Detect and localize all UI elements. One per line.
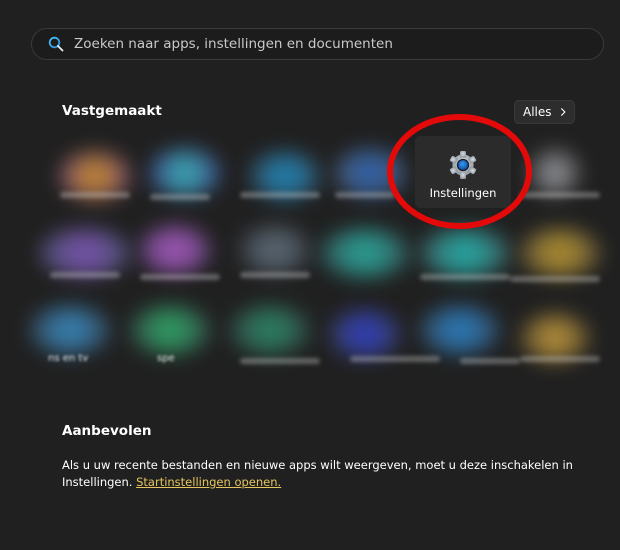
- all-apps-label: Alles: [523, 105, 552, 119]
- obscured-app-tile[interactable]: [240, 226, 310, 274]
- obscured-app-tile[interactable]: [320, 229, 410, 277]
- obscured-app-tile[interactable]: [420, 306, 500, 354]
- obscured-app-label: ns en tv: [48, 353, 89, 364]
- recommended-message: Als u uw recente bestanden en nieuwe app…: [62, 457, 582, 491]
- pinned-section-title: Vastgemaakt: [62, 103, 162, 119]
- obscured-app-tile[interactable]: [520, 314, 590, 362]
- obscured-app-tile[interactable]: [230, 306, 310, 354]
- all-apps-button[interactable]: Alles: [514, 100, 575, 124]
- obscured-app-tile[interactable]: [420, 229, 510, 277]
- search-input[interactable]: [74, 29, 603, 59]
- obscured-app-tile[interactable]: [330, 310, 400, 358]
- chevron-right-icon: [560, 108, 565, 116]
- obscured-app-tile[interactable]: [520, 229, 600, 277]
- obscured-app-tile[interactable]: [30, 306, 110, 354]
- obscured-app-tile[interactable]: [40, 229, 130, 277]
- settings-app-label: Instellingen: [429, 186, 497, 200]
- pinned-apps-grid: ns en tv spe: [0, 134, 620, 374]
- gear-icon: [449, 150, 477, 180]
- start-settings-link[interactable]: Startinstellingen openen.: [136, 475, 281, 489]
- obscured-app-tile[interactable]: [130, 306, 210, 354]
- obscured-app-tile[interactable]: [335, 149, 405, 197]
- obscured-app-tile[interactable]: [150, 149, 220, 197]
- recommended-section-title: Aanbevolen: [62, 423, 152, 439]
- obscured-app-tile[interactable]: [530, 149, 580, 197]
- settings-app-tile[interactable]: Instellingen: [415, 136, 511, 208]
- obscured-app-label: spe: [157, 353, 175, 364]
- search-bar[interactable]: [31, 28, 604, 60]
- obscured-app-tile[interactable]: [140, 226, 210, 274]
- search-icon: [48, 36, 64, 52]
